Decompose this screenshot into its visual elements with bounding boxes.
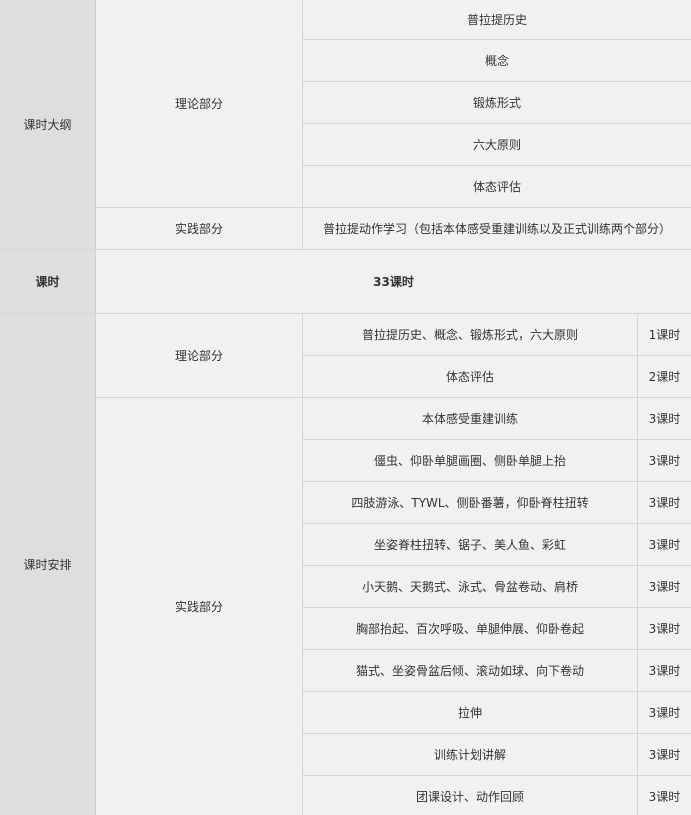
- schedule-topic: 小天鹅、天鹅式、泳式、骨盆卷动、肩桥: [303, 566, 637, 608]
- schedule-topic: 胸部抬起、百次呼吸、单腿伸展、仰卧卷起: [303, 608, 637, 650]
- schedule-hours: 1课时: [637, 314, 691, 356]
- schedule-hours: 3课时: [637, 776, 691, 815]
- hours-value: 33课时: [96, 250, 691, 314]
- schedule-topic: 普拉提历史、概念、锻炼形式，六大原则: [303, 314, 637, 356]
- schedule-topic: 猫式、坐姿骨盆后倾、滚动如球、向下卷动: [303, 650, 637, 692]
- schedule-hours: 3课时: [637, 650, 691, 692]
- schedule-hours: 3课时: [637, 440, 691, 482]
- outline-label: 课时大纲: [0, 0, 96, 250]
- schedule-topic: 四肢游泳、TYWL、侧卧番薯，仰卧脊柱扭转: [303, 482, 637, 524]
- schedule-hours: 2课时: [637, 356, 691, 398]
- schedule-hours: 3课时: [637, 566, 691, 608]
- outline-practice-label: 实践部分: [96, 208, 303, 250]
- schedule-hours: 3课时: [637, 608, 691, 650]
- outline-theory-item: 锻炼形式: [303, 82, 691, 124]
- outline-theory-item: 普拉提历史: [303, 0, 691, 40]
- schedule-hours: 3课时: [637, 734, 691, 776]
- schedule-label: 课时安排: [0, 314, 96, 815]
- schedule-hours: 3课时: [637, 524, 691, 566]
- outline-theory-item: 概念: [303, 40, 691, 82]
- schedule-hours: 3课时: [637, 482, 691, 524]
- schedule-topic: 僵虫、仰卧单腿画圈、侧卧单腿上抬: [303, 440, 637, 482]
- hours-label: 课时: [0, 250, 96, 314]
- schedule-topic: 本体感受重建训练: [303, 398, 637, 440]
- schedule-hours: 3课时: [637, 692, 691, 734]
- schedule-topic: 团课设计、动作回顾: [303, 776, 637, 815]
- schedule-topic: 训练计划讲解: [303, 734, 637, 776]
- schedule-hours: 3课时: [637, 398, 691, 440]
- schedule-practice-label: 实践部分: [96, 398, 303, 815]
- outline-theory-item: 体态评估: [303, 166, 691, 208]
- schedule-topic: 坐姿脊柱扭转、锯子、美人鱼、彩虹: [303, 524, 637, 566]
- outline-theory-label: 理论部分: [96, 0, 303, 208]
- schedule-topic: 体态评估: [303, 356, 637, 398]
- outline-theory-item: 六大原则: [303, 124, 691, 166]
- schedule-topic: 拉伸: [303, 692, 637, 734]
- schedule-theory-label: 理论部分: [96, 314, 303, 398]
- outline-practice-item: 普拉提动作学习（包括本体感受重建训练以及正式训练两个部分）: [303, 208, 691, 250]
